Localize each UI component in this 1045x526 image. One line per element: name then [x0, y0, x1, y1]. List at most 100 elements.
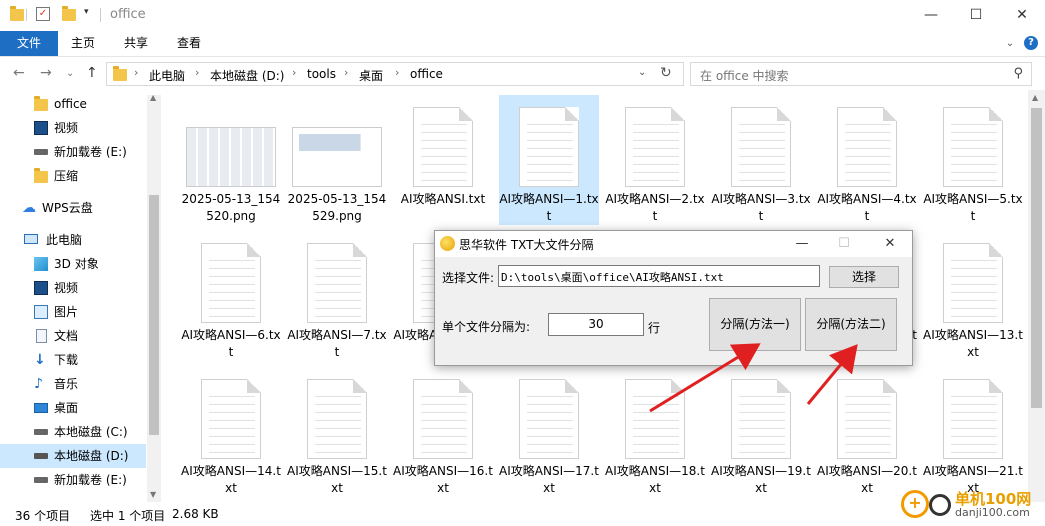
dialog-maximize-button[interactable]: ☐ — [824, 231, 864, 257]
file-item[interactable]: 2025-05-13_154529.png — [287, 95, 387, 225]
drive-icon — [34, 149, 48, 155]
address-dropdown-icon[interactable]: ⌄ — [638, 67, 646, 78]
file-item[interactable]: AI攻略ANSI—1.txt — [499, 95, 599, 225]
nav-item-drive-c[interactable]: 本地磁盘 (C:) — [0, 420, 146, 444]
properties-icon[interactable]: ✓ — [36, 7, 50, 21]
nav-item-compress[interactable]: 压缩 — [0, 164, 146, 188]
customize-toolbar-icon[interactable]: ▾ — [84, 7, 98, 21]
split-label: 单个文件分隔为: — [442, 320, 531, 334]
recent-dropdown-icon[interactable]: ⌄ — [66, 68, 74, 79]
navigation-pane: office 视频 新加载卷 (E:) 压缩 ☁ WPS云盘 此电脑 3D 对象… — [0, 90, 160, 502]
scroll-down-icon[interactable]: ▼ — [150, 490, 156, 499]
tab-home[interactable]: 主页 — [62, 31, 104, 56]
file-item[interactable]: AI攻略ANSI—16.txt — [393, 367, 493, 497]
drive-icon — [34, 453, 48, 459]
tab-file[interactable]: 文件 — [0, 31, 58, 56]
file-item[interactable]: AI攻略ANSI—3.txt — [711, 95, 811, 225]
nav-item-office[interactable]: office — [0, 92, 146, 116]
minimize-button[interactable]: — — [908, 0, 954, 31]
dialog-minimize-button[interactable]: — — [782, 231, 822, 257]
breadcrumb-desktop[interactable]: 桌面 — [359, 67, 383, 84]
file-item[interactable]: 2025-05-13_154520.png — [181, 95, 281, 225]
nav-item-3d-objects[interactable]: 3D 对象 — [0, 252, 146, 276]
nav-item-music[interactable]: ♪ 音乐 — [0, 372, 146, 396]
search-input[interactable]: 在 office 中搜索 ⚲ — [690, 62, 1032, 86]
nav-item-videos[interactable]: 视频 — [0, 116, 146, 140]
nav-item-label: 桌面 — [54, 401, 79, 415]
close-button[interactable]: ✕ — [999, 0, 1045, 31]
file-item[interactable]: AI攻略ANSI—19.txt — [711, 367, 811, 497]
text-file-icon — [519, 379, 579, 459]
file-item[interactable]: AI攻略ANSI—18.txt — [605, 367, 705, 497]
file-item[interactable]: AI攻略ANSI—21.txt — [923, 367, 1023, 497]
computer-icon — [24, 234, 38, 244]
item-count: 36 个项目 — [15, 509, 71, 523]
file-name: AI攻略ANSI—5.txt — [923, 192, 1023, 223]
file-item[interactable]: AI攻略ANSI—4.txt — [817, 95, 917, 225]
maximize-button[interactable]: ☐ — [953, 0, 999, 31]
search-icon[interactable]: ⚲ — [1013, 66, 1023, 81]
file-item[interactable]: AI攻略ANSI.txt — [393, 95, 493, 225]
split-method2-button[interactable]: 分隔(方法二) — [805, 298, 897, 351]
refresh-icon[interactable]: ↻ — [660, 65, 672, 81]
nav-item-downloads[interactable]: ↓ 下载 — [0, 348, 146, 372]
selection-count: 选中 1 个项目 — [90, 509, 166, 523]
chevron-down-icon[interactable]: ⌄ — [1000, 31, 1020, 56]
file-item[interactable]: AI攻略ANSI—13.txt — [923, 231, 1023, 361]
nav-item-pictures[interactable]: 图片 — [0, 300, 146, 324]
dialog-close-button[interactable]: ✕ — [870, 231, 910, 257]
watermark-url: danji100.com — [955, 506, 1030, 519]
picture-icon — [34, 305, 48, 319]
file-item[interactable]: AI攻略ANSI—5.txt — [923, 95, 1023, 225]
lines-input[interactable]: 30 — [548, 313, 644, 336]
nav-item-desktop[interactable]: 桌面 — [0, 396, 146, 420]
address-bar[interactable]: › 此电脑 › 本地磁盘 (D:) › tools › 桌面 › office … — [106, 62, 684, 86]
text-file-icon — [307, 379, 367, 459]
breadcrumb-this-pc[interactable]: 此电脑 — [149, 67, 185, 84]
nav-item-wps-cloud[interactable]: ☁ WPS云盘 — [0, 196, 146, 220]
up-arrow-icon[interactable]: ↑ — [86, 65, 98, 81]
choose-file-button[interactable]: 选择 — [829, 266, 899, 288]
nav-item-documents[interactable]: 文档 — [0, 324, 146, 348]
forward-arrow-icon[interactable]: → — [40, 65, 52, 81]
text-file-icon — [413, 107, 473, 187]
nav-item-drive-e-2[interactable]: 新加载卷 (E:) — [0, 468, 146, 492]
breadcrumb-office[interactable]: office — [410, 67, 443, 81]
scroll-up-icon[interactable]: ▲ — [150, 93, 156, 102]
back-arrow-icon[interactable]: ← — [13, 65, 25, 81]
folder-icon — [10, 6, 24, 21]
text-file-icon — [837, 107, 897, 187]
nav-item-this-pc[interactable]: 此电脑 — [0, 228, 146, 252]
cloud-icon: ☁ — [22, 200, 36, 216]
nav-item-videos-2[interactable]: 视频 — [0, 276, 146, 300]
nav-item-label: 音乐 — [54, 377, 79, 391]
scroll-up-icon[interactable]: ▲ — [1032, 93, 1038, 102]
file-item[interactable]: AI攻略ANSI—17.txt — [499, 367, 599, 497]
file-item[interactable]: AI攻略ANSI—14.txt — [181, 367, 281, 497]
breadcrumb-tools[interactable]: tools — [307, 67, 336, 81]
breadcrumb-drive-d[interactable]: 本地磁盘 (D:) — [210, 67, 284, 84]
nav-item-drive-d[interactable]: 本地磁盘 (D:) — [0, 444, 146, 468]
search-placeholder: 在 office 中搜索 — [700, 69, 789, 83]
status-bar: 36 个项目 选中 1 个项目 2.68 KB — [0, 502, 1045, 526]
text-file-icon — [731, 379, 791, 459]
file-item[interactable]: AI攻略ANSI—20.txt — [817, 367, 917, 497]
text-file-icon — [307, 243, 367, 323]
nav-scrollbar-thumb[interactable] — [149, 195, 159, 435]
file-item[interactable]: AI攻略ANSI—6.txt — [181, 231, 281, 361]
tab-view[interactable]: 查看 — [168, 31, 210, 56]
nav-item-label: 此电脑 — [46, 233, 83, 247]
split-method1-button[interactable]: 分隔(方法一) — [709, 298, 801, 351]
new-folder-icon[interactable] — [62, 6, 76, 21]
tab-share[interactable]: 共享 — [115, 31, 157, 56]
file-item[interactable]: AI攻略ANSI—2.txt — [605, 95, 705, 225]
file-name: AI攻略ANSI—16.txt — [393, 464, 493, 495]
file-path-input[interactable]: D:\tools\桌面\office\AI攻略ANSI.txt — [498, 265, 820, 287]
nav-item-drive-e[interactable]: 新加载卷 (E:) — [0, 140, 146, 164]
help-icon[interactable]: ? — [1024, 36, 1038, 50]
ribbon-tabs: 文件 主页 共享 查看 ⌄ ? — [0, 31, 1045, 57]
file-scrollbar-thumb[interactable] — [1031, 108, 1042, 408]
text-file-icon — [943, 107, 1003, 187]
file-item[interactable]: AI攻略ANSI—7.txt — [287, 231, 387, 361]
file-item[interactable]: AI攻略ANSI—15.txt — [287, 367, 387, 497]
